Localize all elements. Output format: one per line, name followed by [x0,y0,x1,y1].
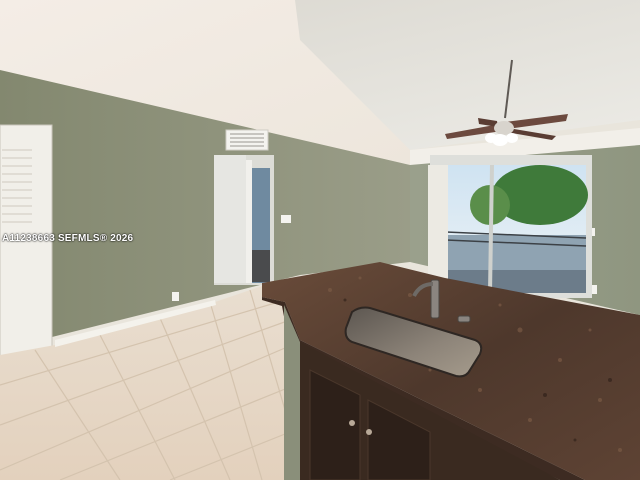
cabinet-knob-2 [366,429,372,435]
mls-watermark: A11238663 SEFMLS® 2026 [2,233,134,244]
air-vent [225,129,269,151]
wall-outlet [172,292,179,301]
cabinet-knob [349,420,355,426]
light-switch [281,215,291,223]
